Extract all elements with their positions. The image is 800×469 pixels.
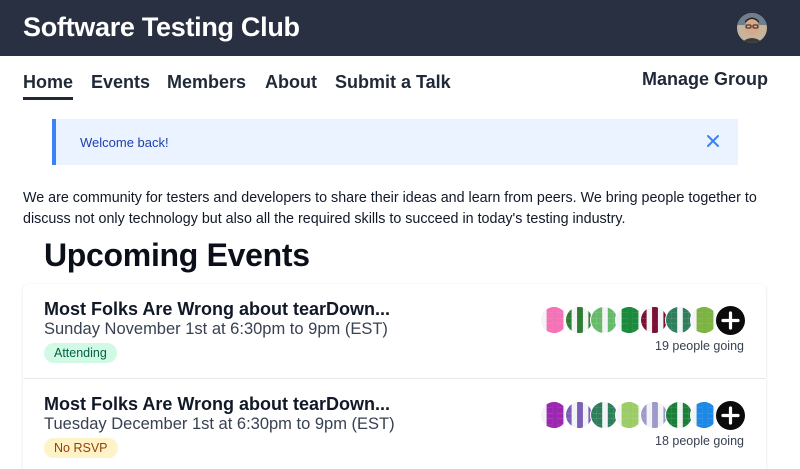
attendee-avatar[interactable] [540, 306, 568, 334]
attendee-avatar[interactable] [640, 306, 668, 334]
add-attendee-icon[interactable] [716, 306, 745, 335]
main-nav: Home Events Members About Submit a Talk … [0, 56, 800, 116]
attendee-avatar[interactable] [590, 306, 618, 334]
attendee-avatar[interactable] [540, 401, 568, 429]
attendee-avatar[interactable] [665, 306, 693, 334]
upcoming-events-heading: Upcoming Events [44, 237, 310, 273]
nav-item-submit-talk[interactable]: Submit a Talk [335, 72, 451, 93]
attendee-avatar[interactable] [690, 306, 718, 334]
attendee-avatar[interactable] [590, 401, 618, 429]
nav-item-home[interactable]: Home [23, 72, 74, 100]
manage-group-link[interactable]: Manage Group [642, 69, 768, 90]
nav-item-members[interactable]: Members [167, 72, 246, 93]
event-title[interactable]: Most Folks Are Wrong about tearDown... [44, 394, 390, 415]
event-card[interactable]: Most Folks Are Wrong about tearDown... S… [23, 284, 766, 378]
event-title[interactable]: Most Folks Are Wrong about tearDown... [44, 299, 390, 320]
nav-item-events[interactable]: Events [91, 72, 150, 93]
event-card[interactable]: Most Folks Are Wrong about tearDown... T… [23, 379, 766, 469]
attendee-avatar[interactable] [565, 306, 593, 334]
attendee-avatar[interactable] [640, 401, 668, 429]
attendee-avatars [540, 306, 750, 336]
attendee-avatar[interactable] [615, 401, 643, 429]
user-avatar[interactable] [737, 13, 767, 43]
rsvp-status-badge: No RSVP [44, 438, 118, 458]
rsvp-status-badge: Attending [44, 343, 117, 363]
app-title[interactable]: Software Testing Club [23, 12, 300, 43]
attendee-avatar[interactable] [665, 401, 693, 429]
alert-text: Welcome back! [80, 135, 169, 150]
attendee-avatars [540, 401, 750, 431]
event-date: Sunday November 1st at 6:30pm to 9pm (ES… [44, 320, 388, 338]
welcome-alert: Welcome back! [52, 119, 738, 165]
attendee-avatar[interactable] [615, 306, 643, 334]
nav-item-about[interactable]: About [265, 72, 317, 93]
top-bar: Software Testing Club [0, 0, 800, 56]
attendee-avatar[interactable] [565, 401, 593, 429]
add-attendee-icon[interactable] [716, 401, 745, 430]
attendee-count: 18 people going [655, 434, 744, 448]
group-description: We are community for testers and develop… [23, 190, 757, 227]
attendee-avatar[interactable] [690, 401, 718, 429]
close-icon[interactable] [704, 132, 722, 150]
attendee-count: 19 people going [655, 339, 744, 353]
event-date: Tuesday December 1st at 6:30pm to 9pm (E… [44, 415, 395, 433]
